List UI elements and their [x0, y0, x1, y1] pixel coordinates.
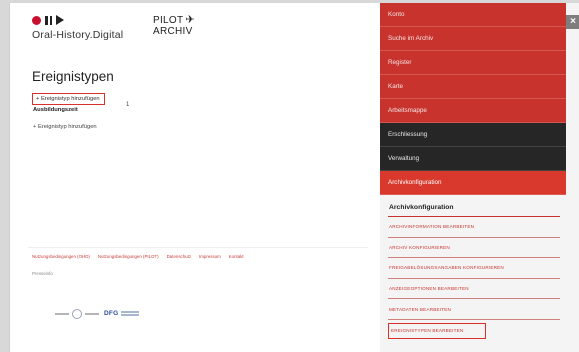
archive-label: ARCHIV	[153, 26, 193, 37]
submenu-configure-archive[interactable]: ARCHIV KONFIGURIEREN	[388, 238, 560, 259]
side-menu-panel: Konto Suche im Archiv Register Karte Arb…	[380, 3, 579, 352]
event-type-marker: 1	[126, 102, 130, 108]
ohd-logo[interactable]: Oral-History.Digital	[32, 15, 123, 41]
footer-link-terms-pilot[interactable]: Nutzungsbedingungen (PILOT)	[98, 254, 159, 259]
logo-mark	[32, 15, 123, 25]
menu-item-indexing[interactable]: Erschliessung	[380, 123, 566, 147]
menu-item-administration[interactable]: Verwaltung	[380, 147, 566, 171]
dfg-label: DFG	[104, 310, 119, 317]
partner-logo-university[interactable]	[55, 309, 99, 319]
dfg-logo-lines	[121, 311, 140, 316]
add-event-type-button-bottom[interactable]: + Ereignistyp hinzufügen	[33, 124, 97, 130]
footer-link-contact[interactable]: Kontakt	[229, 254, 244, 259]
submenu-edit-display-options[interactable]: ANZEIGEOPTIONEN BEARBEITEN	[388, 279, 560, 300]
record-icon	[32, 15, 41, 25]
app-frame: Oral-History.Digital PILOT ✈ ARCHIV Ereig…	[9, 3, 579, 352]
pause-icon	[45, 15, 52, 25]
menu-item-register[interactable]: Register	[380, 51, 566, 75]
submenu-edit-metadata[interactable]: METADATEN BEARBEITEN	[388, 299, 560, 320]
pilot-archive-badge: PILOT ✈ ARCHIV	[153, 14, 195, 38]
add-event-type-button-top[interactable]: + Ereignistyp hinzufügen	[32, 93, 105, 105]
logo-bar-left	[55, 313, 69, 315]
menu-item-workbook[interactable]: Arbeitsmappe	[380, 99, 566, 123]
submenu-title: Archivkonfiguration	[388, 199, 560, 217]
pilot-label: PILOT	[153, 15, 184, 26]
submenu-edit-event-types[interactable]: EREIGNISTYPEN BEARBEITEN	[388, 322, 486, 339]
close-icon[interactable]: ×	[566, 15, 579, 29]
logo-name: Oral-History.Digital	[32, 29, 124, 41]
submenu-edit-archive-info[interactable]: ARCHIVINFORMATION BEARBEITEN	[388, 217, 560, 238]
footer-link-imprint[interactable]: Impressum	[199, 254, 221, 259]
menu-item-konto[interactable]: Konto	[380, 3, 566, 27]
archive-config-submenu: Archivkonfiguration ARCHIVINFORMATION BE…	[388, 199, 560, 339]
footer-link-terms-ohd[interactable]: Nutzungsbedingungen (OHD)	[32, 254, 90, 259]
submenu-configure-release-info[interactable]: FREIGABELÖSUNGSANGABEN KONFIGURIEREN	[388, 258, 560, 279]
main-page: Oral-History.Digital PILOT ✈ ARCHIV Ereig…	[10, 3, 380, 352]
footer-link-privacy[interactable]: Datenschutz	[167, 254, 191, 259]
partner-logo-dfg[interactable]: DFG	[104, 310, 140, 317]
page-title: Ereignistypen	[32, 69, 114, 84]
menu-item-archive-config[interactable]: Archivkonfiguration	[380, 171, 566, 195]
footer-links: Nutzungsbedingungen (OHD) Nutzungsbeding…	[32, 254, 244, 259]
event-type-section-label: Ausbildungszeit	[33, 107, 78, 113]
play-icon	[56, 15, 64, 25]
logo-bar-right	[85, 313, 99, 315]
airplane-icon: ✈	[185, 14, 195, 26]
menu-item-map[interactable]: Karte	[380, 75, 566, 99]
footer-press-link[interactable]: Presseinfo	[32, 271, 53, 276]
menu-item-archive-search[interactable]: Suche im Archiv	[380, 27, 566, 51]
footer-divider	[28, 247, 368, 248]
seal-icon	[72, 309, 82, 319]
